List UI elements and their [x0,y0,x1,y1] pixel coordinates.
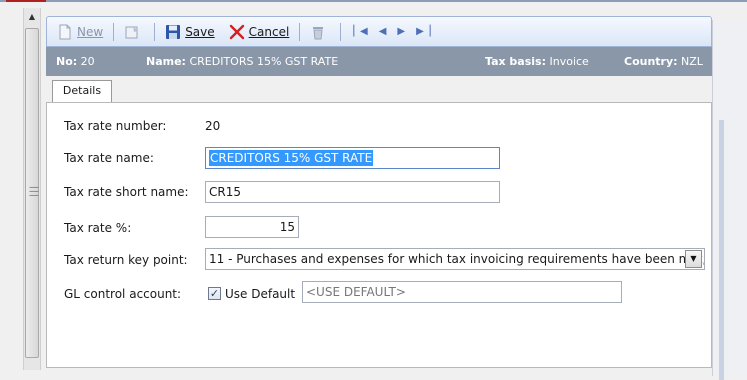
grip-icon: — — — [29,182,39,201]
scroll-up-arrow-icon[interactable]: ▲ [24,8,40,26]
edit-document-icon [125,25,139,38]
tax-rate-name-input[interactable]: CREDITORS 15% GST RATE [205,147,500,169]
cancel-button[interactable]: Cancel [225,21,294,43]
new-document-icon [59,24,71,39]
save-button[interactable]: Save [161,21,218,43]
right-edge-panel [712,20,747,380]
country: Country: NZL [624,55,703,68]
record-name-label: Name: [146,55,186,68]
tab-details[interactable]: Details [52,80,112,103]
use-default-label: Use Default [225,287,296,301]
gl-control-account-label: GL control account: [64,287,182,301]
window-accent [6,0,46,2]
cancel-button-label: Cancel [248,24,290,39]
tax-basis-value: Invoice [549,55,589,68]
tax-rate-name-selection: CREDITORS 15% GST RATE [209,150,374,166]
new-button[interactable]: New [53,21,107,43]
tax-return-key-point-value: 11 - Purchases and expenses for which ta… [209,252,705,266]
country-value: NZL [681,55,703,68]
window-top-border [0,0,747,2]
record-toolbar: New Save Cancel ▏◀ ◀ ▶ ▶▕ [46,16,712,47]
tab-strip: Details [46,76,712,103]
tax-return-key-point-select[interactable]: 11 - Purchases and expenses for which ta… [205,248,705,270]
next-record-icon[interactable]: ▶ [391,26,410,37]
tax-return-key-point-label: Tax return key point: [64,253,188,267]
last-record-icon[interactable]: ▶▕ [410,26,435,37]
record-info-bar: No: 20 Name: CREDITORS 15% GST RATE Tax … [46,47,712,76]
previous-record-icon[interactable]: ◀ [373,26,392,37]
floppy-disk-icon [166,24,181,39]
gl-control-account-input[interactable]: <USE DEFAULT> [302,281,622,303]
record-number: No: 20 [56,55,95,68]
tax-rate-short-name-label: Tax rate short name: [64,185,189,199]
toolbar-separator [299,22,301,41]
tax-rate-name-label: Tax rate name: [64,151,154,165]
tax-rate-number-value: 20 [205,119,221,133]
checkmark-icon: ✓ [209,287,220,300]
tax-rate-short-name-input[interactable]: CR15 [205,181,500,203]
tax-basis: Tax basis: Invoice [485,55,589,68]
right-scroll-track [719,120,724,380]
country-label: Country: [624,55,678,68]
chevron-down-icon[interactable]: ▼ [685,250,702,268]
trash-icon [313,26,324,39]
record-name-value: CREDITORS 15% GST RATE [189,55,339,68]
red-x-icon [229,24,244,39]
tax-rate-number-label: Tax rate number: [64,119,167,133]
record-name: Name: CREDITORS 15% GST RATE [146,55,338,68]
tax-basis-label: Tax basis: [485,55,546,68]
first-record-icon[interactable]: ▏◀ [347,26,372,37]
delete-button[interactable] [306,21,334,43]
left-scrollbar[interactable]: ▲ — — — [23,8,41,370]
scrollbar-thumb[interactable]: — — — [25,28,39,358]
edit-button[interactable] [120,21,148,43]
new-button-label: New [77,24,104,39]
toolbar-separator [154,22,156,41]
details-panel: Tax rate number: 20 Tax rate name: CREDI… [46,102,712,368]
use-default-checkbox[interactable]: ✓ [208,287,221,300]
toolbar-separator [113,22,115,41]
record-number-label: No: [56,55,78,68]
save-button-label: Save [185,24,215,39]
tax-rate-percent-input[interactable]: 15 [205,216,299,238]
record-number-value: 20 [80,55,95,68]
tax-rate-percent-label: Tax rate %: [64,221,132,235]
toolbar-separator [340,22,342,41]
